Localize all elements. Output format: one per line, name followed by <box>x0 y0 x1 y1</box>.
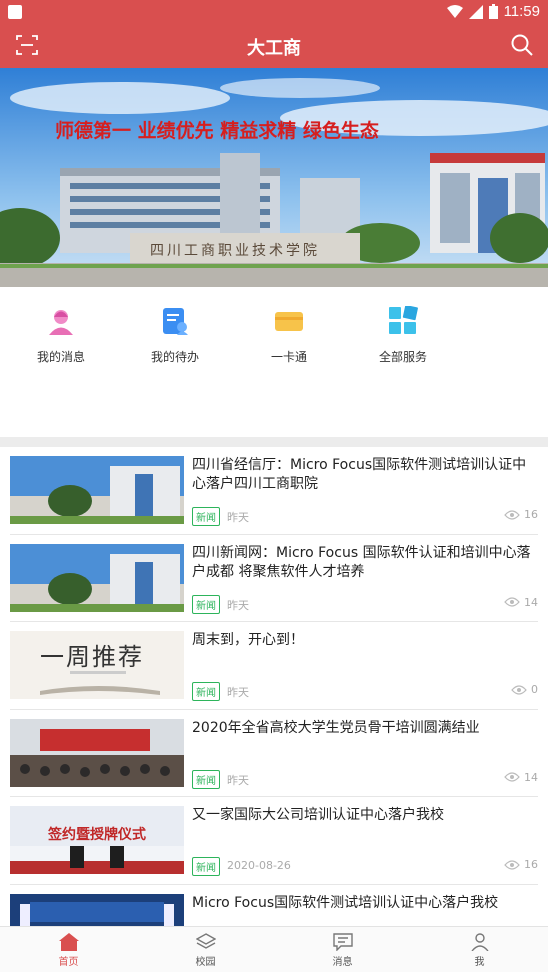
news-title: Micro Focus国际软件测试培训认证中心落户我校 <box>192 894 499 911</box>
tab-me[interactable]: 我 <box>411 927 548 972</box>
news-thumbnail <box>10 543 184 612</box>
todo-doc-icon <box>163 308 188 335</box>
news-title: 2020年全省高校大学生党员骨干培训圆满结业 <box>192 719 480 736</box>
news-date: 昨天 <box>227 773 249 787</box>
news-view-count: 16 <box>524 508 538 521</box>
news-tag: 新闻 <box>192 769 220 789</box>
news-date: 昨天 <box>227 686 249 700</box>
news-title: 四川新闻网：Micro Focus 国际软件认证和培训中心落户成都 将聚焦软件人… <box>192 544 531 580</box>
news-views: 0 <box>511 683 538 696</box>
banner-slogan: 师德第一 业绩优先 精益求精 绿色生态 <box>55 120 379 142</box>
message-person-icon <box>49 310 73 335</box>
quick-label: 我的消息 <box>36 350 85 364</box>
grid-services-icon <box>389 305 418 334</box>
app-bar: 大工商 <box>0 24 548 68</box>
tab-home[interactable]: 首页 <box>0 927 137 972</box>
quick-label: 全部服务 <box>378 350 427 364</box>
news-thumbnail: 签约暨授牌仪式 <box>10 806 184 875</box>
news-item[interactable]: 四川新闻网：Micro Focus 国际软件认证和培训中心落户成都 将聚焦软件人… <box>10 535 538 623</box>
quick-campus-card[interactable]: 一卡通 <box>236 300 342 370</box>
news-item[interactable]: 2020年全省高校大学生党员骨干培训圆满结业 新闻 昨天 14 <box>10 710 538 798</box>
status-bar: 11:59 <box>0 0 548 24</box>
news-date: 昨天 <box>227 511 249 524</box>
person-icon <box>470 933 489 951</box>
card-icon <box>275 312 303 331</box>
section-divider <box>0 437 548 447</box>
eye-icon <box>504 597 520 607</box>
news-title: 又一家国际大公司培训认证中心落户我校 <box>192 807 444 824</box>
tab-label: 校园 <box>195 957 216 968</box>
banner-gate-text: 四川工商职业技术学院 <box>150 243 320 259</box>
bottom-tab-bar: 首页 校园 消息 我 <box>0 926 548 972</box>
news-thumbnail: 一周推荐 <box>10 631 184 700</box>
quick-label: 一卡通 <box>270 350 307 364</box>
eye-icon <box>511 685 527 695</box>
news-thumbnail <box>10 456 184 524</box>
news-date: 2020-08-26 <box>227 859 291 873</box>
news-tag: 新闻 <box>192 682 220 702</box>
tab-campus[interactable]: 校园 <box>137 927 274 972</box>
tab-label: 消息 <box>332 957 353 968</box>
news-tag: 新闻 <box>192 594 220 614</box>
quick-my-messages[interactable]: 我的消息 <box>8 300 114 370</box>
eye-icon <box>504 772 520 782</box>
tab-label: 我 <box>474 957 485 968</box>
news-title: 周末到，开心到！ <box>192 632 304 649</box>
battery-icon <box>488 4 498 19</box>
tab-messages[interactable]: 消息 <box>274 927 411 972</box>
news-tag: 新闻 <box>192 507 220 526</box>
search-icon[interactable] <box>510 33 534 57</box>
tab-label: 首页 <box>58 957 79 968</box>
eye-icon <box>504 509 520 520</box>
news-item[interactable]: 签约暨授牌仪式 又一家国际大公司培训认证中心落户我校 新闻 2020-08-26… <box>10 797 538 885</box>
news-views: 16 <box>504 508 538 521</box>
news-views: 14 <box>504 771 538 784</box>
signal-icon <box>468 4 483 19</box>
status-icons: 11:59 <box>446 3 540 20</box>
news-view-count: 14 <box>524 595 538 609</box>
chat-icon <box>332 933 353 951</box>
wifi-icon <box>446 4 463 18</box>
news-view-count: 14 <box>524 770 538 784</box>
page-title: 大工商 <box>247 38 301 59</box>
news-view-count: 0 <box>531 683 538 697</box>
news-thumbnail <box>10 718 184 787</box>
quick-actions: 我的消息 我的待办 一卡通 全部服务 <box>0 300 548 370</box>
news-views: 14 <box>504 596 538 609</box>
layers-icon <box>195 933 216 949</box>
clock: 11:59 <box>503 3 540 20</box>
news-item[interactable]: 一周推荐 周末到，开心到！ 新闻 昨天 0 <box>10 622 538 710</box>
home-icon <box>58 933 79 951</box>
news-item[interactable]: 四川省经信厅：Micro Focus国际软件测试培训认证中心落户四川工商职院 新… <box>10 447 538 535</box>
quick-my-todo[interactable]: 我的待办 <box>122 300 228 370</box>
quick-label: 我的待办 <box>150 350 199 364</box>
quick-all-services[interactable]: 全部服务 <box>350 300 456 370</box>
news-title: 四川省经信厅：Micro Focus国际软件测试培训认证中心落户四川工商职院 <box>192 457 527 492</box>
thumbnail-text: 一周推荐 <box>40 643 144 672</box>
banner-carousel[interactable]: 师德第一 业绩优先 精益求精 绿色生态 四川工商职业技术学院 <box>0 68 548 287</box>
news-tag: 新闻 <box>192 857 220 877</box>
eye-icon <box>504 860 520 870</box>
thumbnail-text: 签约暨授牌仪式 <box>48 827 146 844</box>
news-date: 昨天 <box>227 598 249 612</box>
news-list: 四川省经信厅：Micro Focus国际软件测试培训认证中心落户四川工商职院 新… <box>0 447 548 973</box>
notification-icon <box>8 5 22 19</box>
news-views: 16 <box>504 858 538 871</box>
news-view-count: 16 <box>524 858 538 872</box>
